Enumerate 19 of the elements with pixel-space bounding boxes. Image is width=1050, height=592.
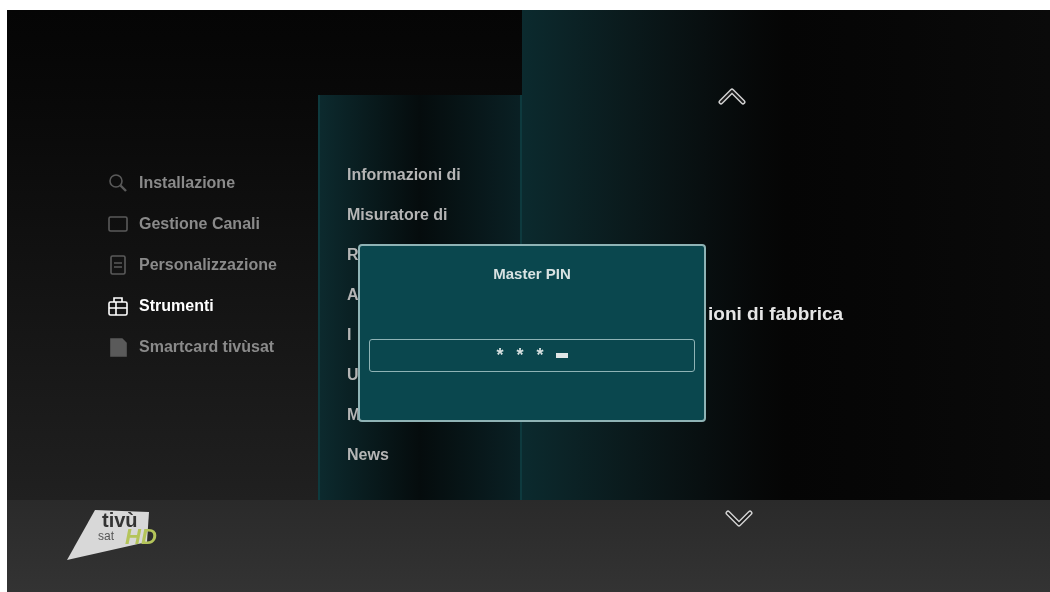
screen-icon — [107, 213, 129, 235]
submenu-item[interactable]: Misuratore di — [347, 203, 520, 243]
document-icon — [107, 254, 129, 276]
menu-item[interactable]: Installazione — [139, 171, 236, 195]
menu-item[interactable]: Gestione Canali — [139, 212, 260, 236]
search-icon — [107, 172, 129, 194]
menu-item[interactable]: Strumenti — [139, 294, 214, 318]
card-icon — [107, 336, 129, 358]
text-cursor — [555, 352, 568, 358]
toolbox-icon — [107, 295, 129, 317]
dialog-title: Master PIN — [493, 264, 571, 284]
chevron-down-icon[interactable] — [724, 510, 754, 528]
menu-option[interactable]: ioni di fabbrica — [708, 303, 844, 324]
chevron-up-icon[interactable] — [717, 87, 747, 105]
submenu-item[interactable]: News — [347, 443, 520, 483]
menu-item[interactable]: Personalizzazione — [139, 253, 277, 277]
pin-field[interactable]: * * * — [369, 338, 695, 372]
menu-item[interactable]: Smartcard tivùsat — [139, 335, 275, 359]
submenu-item[interactable]: Informazioni di — [347, 163, 520, 203]
